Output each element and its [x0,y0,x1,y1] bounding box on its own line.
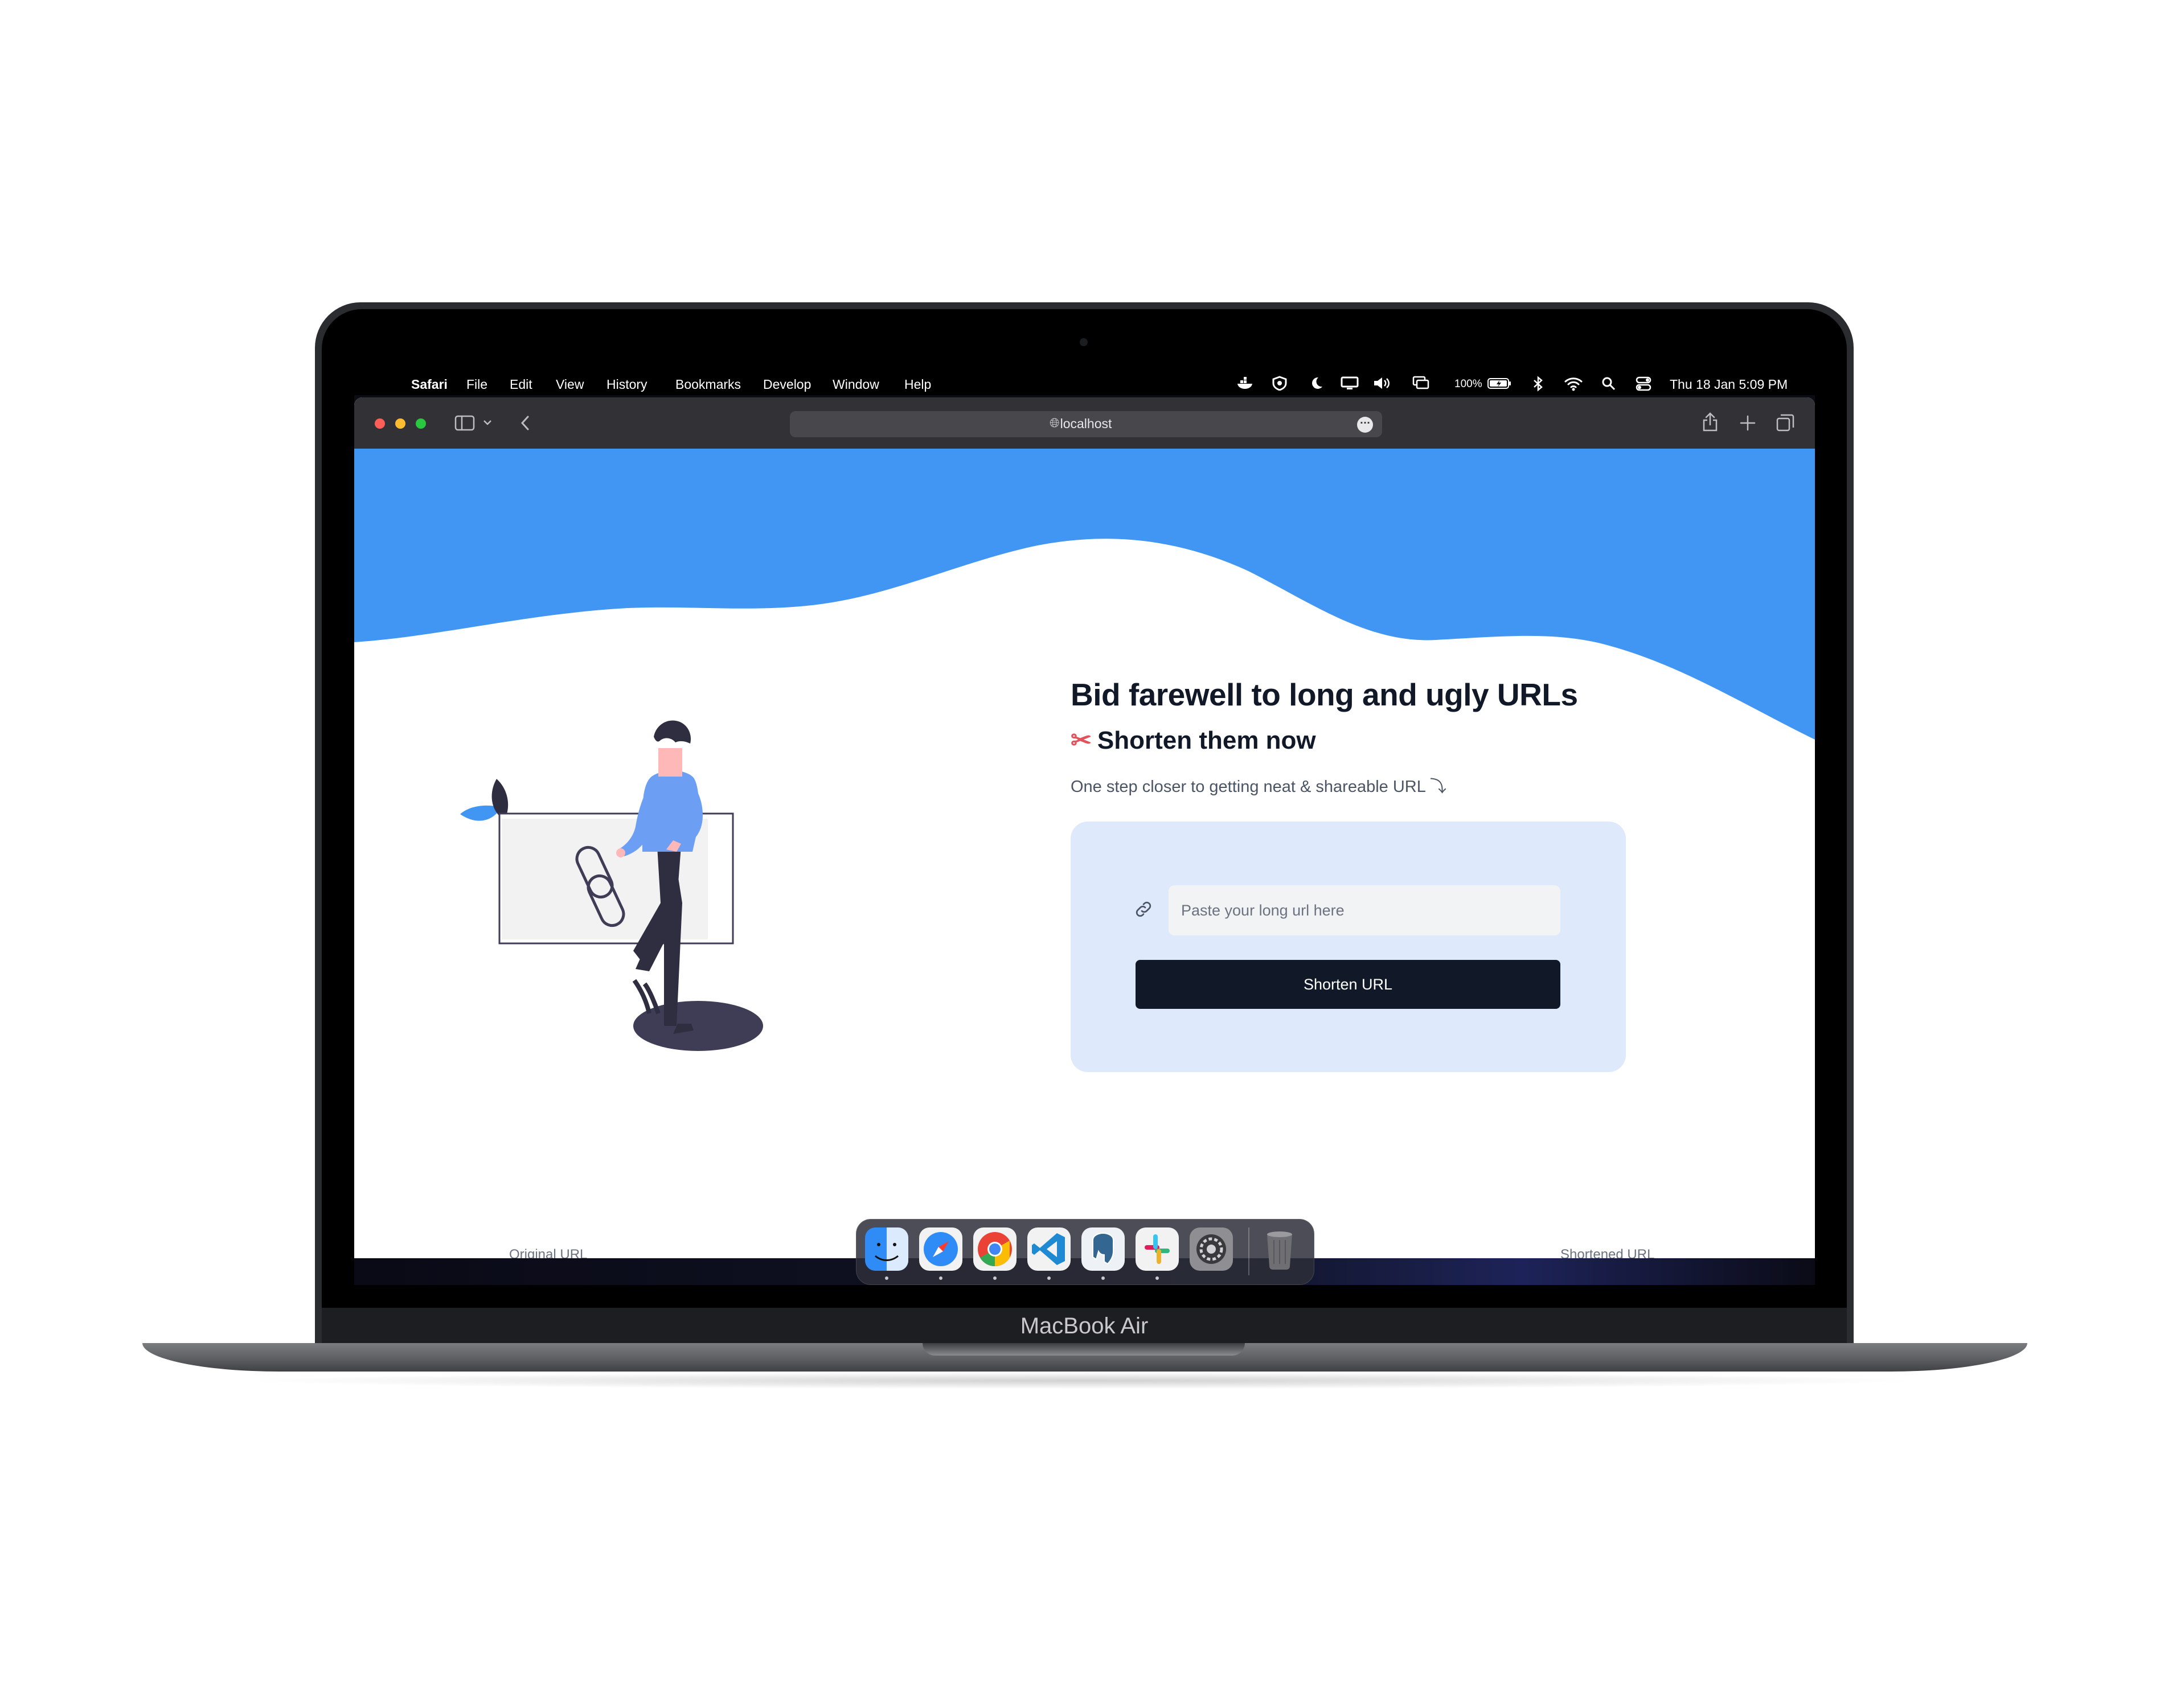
docker-icon[interactable] [1236,376,1255,391]
running-indicator [1101,1276,1105,1280]
menu-file[interactable]: File [466,377,487,392]
spotlight-search-icon[interactable] [1601,376,1616,391]
battery-percentage: 100% [1454,378,1482,390]
menu-app-name[interactable]: Safari [411,377,448,392]
shorten-url-button[interactable]: Shorten URL [1136,960,1560,1009]
address-bar[interactable]: 🌐︎ localhost ··· [790,411,1382,437]
laptop-hinge-notch [923,1343,1245,1356]
zoom-window-button[interactable] [416,418,426,429]
link-icon [1136,901,1151,917]
menu-edit[interactable]: Edit [510,377,532,392]
trash-icon[interactable] [1258,1227,1301,1271]
running-indicator [993,1276,997,1280]
running-indicator [885,1276,888,1280]
page-subheadline: ✂ Shorten them now [1071,726,1316,755]
wifi-icon[interactable] [1564,376,1583,391]
control-center-icon[interactable] [1636,376,1651,392]
device-label: MacBook Air [1020,1313,1149,1339]
dock [856,1219,1314,1285]
screen-mirror-icon[interactable] [1412,376,1429,391]
shorten-form-card: Shorten URL [1071,822,1626,1072]
menu-history[interactable]: History [606,377,647,392]
address-bar-url: localhost [1060,416,1112,431]
menu-bar: Safari File Edit View History Bookmarks … [354,371,1815,395]
screen: Safari File Edit View History Bookmarks … [354,371,1815,1285]
bluetooth-icon[interactable] [1532,376,1544,392]
page-headline: Bid farewell to long and ugly URLs [1071,677,1578,712]
shortened-url-column-label: Shortened URL [1560,1247,1655,1258]
dock-separator [1248,1227,1249,1275]
scissors-icon: ✂ [1071,726,1092,754]
finder-icon[interactable] [865,1227,908,1271]
battery-icon[interactable] [1487,377,1513,390]
antivirus-icon[interactable] [1271,376,1288,391]
running-indicator [1047,1276,1051,1280]
chevron-down-icon[interactable] [483,419,492,427]
hero-illustration [460,720,763,1051]
chrome-icon[interactable] [973,1227,1017,1271]
long-url-input[interactable] [1169,885,1560,935]
close-window-button[interactable] [375,418,385,429]
pgadmin-icon[interactable] [1081,1227,1125,1271]
page-menu-icon[interactable]: ··· [1357,417,1373,433]
slack-icon[interactable] [1136,1227,1179,1271]
sidebar-toggle-icon[interactable] [454,414,475,432]
menu-develop[interactable]: Develop [763,377,811,392]
laptop-chin: MacBook Air [322,1308,1847,1346]
original-url-column-label: Original URL [509,1247,588,1258]
browser-toolbar: 🌐︎ localhost ··· [354,397,1815,449]
running-indicator [939,1276,942,1280]
tab-overview-icon[interactable] [1776,413,1795,433]
vscode-icon[interactable] [1027,1227,1071,1271]
subheadline-text: Shorten them now [1097,726,1316,754]
menu-clock[interactable]: Thu 18 Jan 5:09 PM [1670,377,1788,392]
web-page: Bid farewell to long and ugly URLs ✂ Shor… [354,449,1815,1258]
camera-icon [1080,338,1088,346]
volume-icon[interactable] [1372,376,1392,391]
system-settings-icon[interactable] [1190,1227,1233,1271]
page-tagline: One step closer to getting neat & sharea… [1071,778,1446,796]
safari-window: 🌐︎ localhost ··· Bid farewell to long an… [354,397,1815,1258]
share-icon[interactable] [1702,411,1719,433]
display-icon[interactable] [1341,376,1359,390]
laptop-shadow [239,1372,1925,1389]
safari-icon[interactable] [919,1227,962,1271]
running-indicator [1155,1276,1159,1280]
back-icon[interactable] [518,414,532,432]
menu-bookmarks[interactable]: Bookmarks [675,377,741,392]
menu-window[interactable]: Window [833,377,879,392]
new-tab-icon[interactable] [1739,414,1756,432]
menu-view[interactable]: View [556,377,584,392]
minimize-window-button[interactable] [395,418,405,429]
menu-help[interactable]: Help [904,377,931,392]
moon-icon[interactable] [1309,376,1323,391]
